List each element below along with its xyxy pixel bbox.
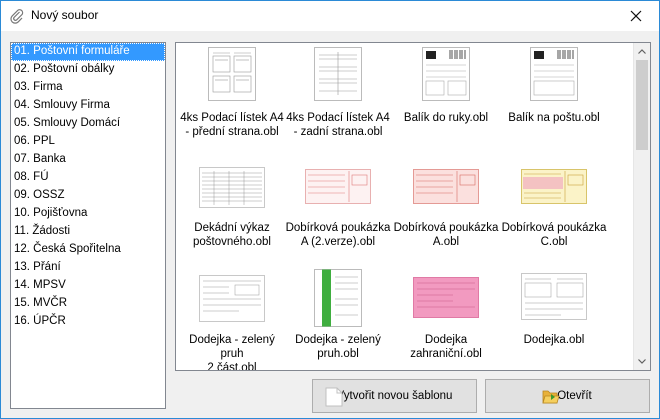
category-item[interactable]: 10. Pojišťovna [11,205,165,223]
close-icon [630,10,642,22]
file-name-line2: A (2.verze).obl [300,236,376,248]
file-tile[interactable]: 4ks Podací lístek A4 - přední strana.obl [178,43,286,143]
file-tile[interactable]: Dodejka.obl [500,265,608,365]
folder-open-icon [542,390,560,404]
category-item[interactable]: 16. ÚPČR [11,313,165,331]
category-item[interactable]: 12. Česká Spořitelna [11,241,165,259]
file-tile[interactable]: Dodejka - zelený pruh.obl [284,265,392,365]
blank-page-icon [325,387,343,407]
paperclip-icon [10,9,24,24]
file-tile[interactable]: Dobírková poukázka A.obl [392,153,500,253]
file-name-line2: 2 část.obl [207,362,257,371]
file-name-line1: Balík do ruky.obl [403,112,489,124]
category-item[interactable]: 09. OSSZ [11,187,165,205]
file-name-line1: 4ks Podací lístek A4 [180,112,284,124]
category-item[interactable]: 03. Firma [11,79,165,97]
document-thumbnail-icon [521,169,587,204]
vertical-scrollbar[interactable] [633,43,650,370]
category-item[interactable]: 01. Poštovní formuláře [11,43,165,61]
category-item[interactable]: 04. Smlouvy Firma [11,97,165,115]
file-tile[interactable]: Dobírková poukázka C.obl [500,153,608,253]
file-name-line1: Balík na poštu.obl [508,112,600,124]
file-name-line2: A.obl [432,236,460,248]
dialog-window: Nový soubor 01. Poštovní formuláře 02. P… [0,0,660,419]
file-tile[interactable]: Dekádní výkaz poštovného.obl [178,153,286,253]
document-thumbnail-icon [199,275,265,322]
file-name-line2: pruh.obl [317,348,359,360]
file-name-line2: poštovného.obl [192,236,271,248]
category-item[interactable]: 15. MVČR [11,295,165,313]
document-thumbnail-icon [413,277,479,318]
create-template-button[interactable]: Vytvořit novou šablonu [312,379,477,413]
file-name-line1: Dodejka - zelený [295,334,381,346]
file-name-line2: - přední strana.obl [185,126,279,138]
window-title: Nový soubor [31,8,99,22]
category-item[interactable]: 14. MPSV [11,277,165,295]
chevron-up-icon [638,49,646,54]
open-button[interactable]: Otevřít [485,379,650,413]
scroll-thumb[interactable] [636,60,648,150]
file-tile[interactable]: 4ks Podací lístek A4 - zadní strana.obl [284,43,392,143]
file-name-line1: Dodejka - zelený pruh [189,334,275,360]
chevron-down-icon [638,359,646,364]
file-name-line1: Dobírková poukázka [501,222,607,234]
file-name-line1: 4ks Podací lístek A4 [286,112,390,124]
category-item[interactable]: 08. FÚ [11,169,165,187]
file-tile[interactable]: Dobírková poukázka A (2.verze).obl [284,153,392,253]
file-name-line1: Dodejka [424,334,468,346]
category-item[interactable]: 07. Banka [11,151,165,169]
file-name-line1: Dekádní výkaz [194,222,270,234]
scroll-down-button[interactable] [634,353,650,370]
document-thumbnail-icon [530,47,578,101]
file-tile[interactable]: Dodejka - zelený pruh 2 část.obl [178,265,286,370]
file-name-line1: Dobírková poukázka [285,222,391,234]
close-button[interactable] [613,1,659,31]
file-grid[interactable]: 4ks Podací lístek A4 - přední strana.obl… [175,42,651,371]
document-thumbnail-icon [305,169,371,204]
document-thumbnail-icon [422,47,470,101]
document-thumbnail-icon [314,47,362,101]
title-bar: Nový soubor [1,1,659,31]
create-template-label: Vytvořit novou šablonu [336,390,453,402]
file-name-line1: Dodejka.obl [523,334,585,346]
category-item[interactable]: 05. Smlouvy Domácí [11,115,165,133]
document-thumbnail-icon [314,269,362,327]
document-thumbnail-icon [521,273,587,320]
category-list[interactable]: 01. Poštovní formuláře 02. Poštovní obál… [10,42,166,409]
file-name-line2: zahraniční.obl [410,348,482,360]
file-name-line2: - zadní strana.obl [293,126,383,138]
file-tile[interactable]: Balík na poštu.obl [500,43,608,143]
category-item[interactable]: 11. Žádosti [11,223,165,241]
file-name-line2: C.obl [540,236,568,248]
category-item[interactable]: 13. Přání [11,259,165,277]
document-thumbnail-icon [413,169,479,204]
category-item[interactable]: 06. PPL [11,133,165,151]
file-name-line1: Dobírková poukázka [393,222,499,234]
file-tile[interactable]: Dodejka zahraniční.obl [392,265,500,365]
document-thumbnail-icon [199,167,265,208]
category-item[interactable]: 02. Poštovní obálky [11,61,165,79]
scroll-up-button[interactable] [634,43,650,60]
file-tile[interactable]: Balík do ruky.obl [392,43,500,143]
document-thumbnail-icon [208,47,256,101]
